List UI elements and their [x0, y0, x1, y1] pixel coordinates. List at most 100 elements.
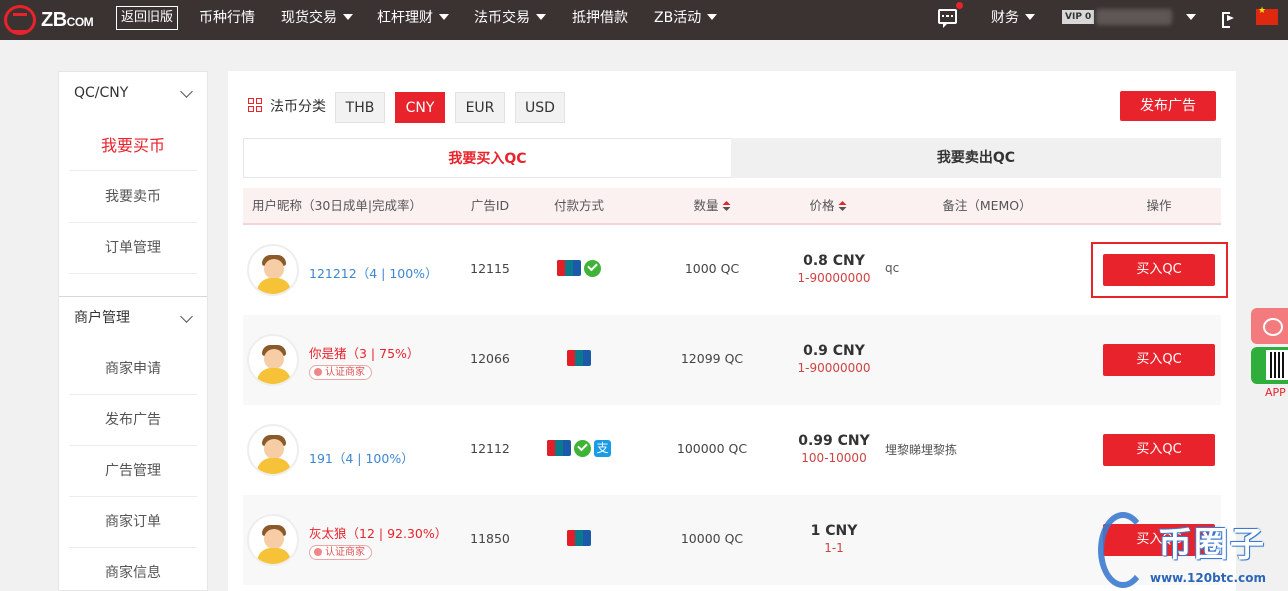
- nav-loan[interactable]: 抵押借款: [572, 0, 628, 40]
- customer-service-icon[interactable]: [1251, 308, 1288, 344]
- currency-eur-button[interactable]: EUR: [455, 92, 505, 123]
- app-label[interactable]: APP: [1265, 386, 1286, 399]
- table-header: 用户昵称（30日成单|完成率） 广告ID 付款方式 数量 价格 备注（MEMO）…: [243, 188, 1221, 225]
- quantity: 1000 QC: [684, 261, 740, 276]
- avatar: [247, 514, 299, 566]
- logout-icon[interactable]: [1222, 12, 1236, 28]
- certified-merchant-badge: 认证商家: [309, 545, 372, 560]
- table-row: 121212（4 | 100%） 12115 1000 QC 0.8 CNY 1…: [243, 225, 1228, 315]
- price: 0.8 CNY: [803, 253, 865, 269]
- sidebar-item-post-ad[interactable]: 发布广告: [69, 395, 197, 446]
- col-price[interactable]: 价格: [809, 188, 847, 224]
- user-nickname[interactable]: 你是猪（3 | 75%）: [309, 343, 419, 362]
- currency-cny-button[interactable]: CNY: [395, 92, 445, 123]
- quantity: 100000 QC: [676, 441, 748, 456]
- table-row: 灰太狼（12 | 92.30%） 认证商家 11850 10000 QC 1 C…: [243, 495, 1221, 585]
- unionpay-icon: [557, 260, 581, 276]
- zb-logo-icon: [4, 5, 36, 35]
- sidebar-item-merchant-orders[interactable]: 商家订单: [69, 497, 197, 548]
- sidebar-item-sell[interactable]: 我要卖币: [69, 172, 197, 223]
- user-menu-toggle[interactable]: [1180, 0, 1196, 40]
- post-ad-button[interactable]: 发布广告: [1120, 91, 1216, 121]
- price: 0.99 CNY: [798, 433, 870, 449]
- sidebar-item-orders[interactable]: 订单管理: [69, 223, 197, 274]
- tab-sell-qc[interactable]: 我要卖出QC: [731, 138, 1221, 178]
- sidebar-item-merchant-info[interactable]: 商家信息: [69, 548, 197, 591]
- logo[interactable]: ZBCOM: [4, 5, 94, 35]
- sidebar-item-buy[interactable]: 我要买币: [69, 120, 197, 171]
- user-nickname[interactable]: 121212（4 | 100%）: [309, 263, 438, 282]
- user-nickname[interactable]: 191（4 | 100%）: [309, 448, 414, 467]
- sidebar-item-merchant-apply[interactable]: 商家申请: [69, 344, 197, 395]
- buy-qc-button[interactable]: 买入QC: [1103, 434, 1215, 466]
- currency-usd-button[interactable]: USD: [515, 92, 565, 123]
- vip-badge: VIP 0: [1062, 10, 1095, 24]
- logo-text: ZB: [41, 8, 67, 31]
- col-quantity[interactable]: 数量: [693, 188, 731, 224]
- unionpay-icon: [547, 440, 571, 456]
- limit-range: 100-10000: [801, 451, 867, 465]
- ad-id: 12066: [470, 351, 510, 366]
- col-memo: 备注（MEMO）: [942, 198, 1032, 213]
- nav-spot-trading[interactable]: 现货交易: [281, 0, 353, 40]
- tab-buy-qc[interactable]: 我要买入QC: [243, 138, 731, 178]
- unionpay-icon: [567, 350, 591, 366]
- china-flag-icon[interactable]: [1256, 6, 1278, 25]
- limit-range: 1-90000000: [797, 271, 871, 285]
- message-dots: [942, 15, 953, 17]
- limit-range: 1-90000000: [797, 361, 871, 375]
- chevron-down-icon: [343, 14, 353, 20]
- main-panel: 法币分类 THB CNY EUR USD 发布广告 我要买入QC 我要卖出QC …: [228, 71, 1236, 591]
- qr-code-icon: [1266, 350, 1288, 380]
- alipay-icon: 支: [594, 440, 611, 457]
- unionpay-icon: [567, 530, 591, 546]
- memo: qc: [885, 261, 900, 275]
- logo-sub: COM: [66, 14, 94, 29]
- nav-margin[interactable]: 杠杆理财: [377, 0, 449, 40]
- old-version-button[interactable]: 返回旧版: [116, 6, 179, 30]
- sidebar-group-qc-cny[interactable]: QC/CNY: [59, 72, 207, 114]
- avatar: [247, 424, 299, 476]
- chevron-down-icon: [1025, 14, 1035, 20]
- buy-qc-button[interactable]: 买入QC: [1103, 344, 1215, 376]
- table-row: 191（4 | 100%） 12112 支 100000 QC 0.99 CNY…: [243, 405, 1221, 495]
- sort-icon: [838, 201, 847, 211]
- sidebar-item-ad-manage[interactable]: 广告管理: [69, 446, 197, 497]
- watermark-url: www.120btc.com: [1150, 571, 1266, 585]
- col-user: 用户昵称（30日成单|完成率）: [251, 198, 423, 213]
- category-icon: [248, 98, 263, 113]
- col-ad-id: 广告ID: [470, 198, 510, 213]
- currency-thb-button[interactable]: THB: [335, 92, 385, 123]
- chevron-down-icon: [180, 85, 193, 98]
- watermark-text: 币圈子: [1158, 525, 1266, 565]
- user-nickname[interactable]: 灰太狼（12 | 92.30%）: [309, 523, 447, 542]
- avatar: [247, 244, 299, 296]
- sidebar: QC/CNY 我要买币 我要卖币 订单管理 商户管理 商家申请 发布广告 广告管…: [58, 71, 208, 591]
- chevron-down-icon: [1186, 14, 1196, 20]
- col-action: 操作: [1146, 198, 1172, 213]
- avatar: [247, 334, 299, 386]
- watermark-logo: [1098, 512, 1148, 588]
- top-nav: ZBCOM 返回旧版 币种行情 现货交易 杠杆理财 法币交易 抵押借款 ZB活动…: [0, 0, 1288, 40]
- nav-activity[interactable]: ZB活动: [654, 0, 718, 40]
- ad-id: 12115: [470, 261, 510, 276]
- ad-id: 11850: [470, 531, 510, 546]
- price: 1 CNY: [810, 523, 858, 539]
- ad-id: 12112: [470, 441, 510, 456]
- nav-otc-trading[interactable]: 法币交易: [474, 0, 546, 40]
- username-blurred[interactable]: [1096, 9, 1172, 25]
- notification-dot: [956, 2, 963, 9]
- nav-finance[interactable]: 财务: [991, 0, 1035, 40]
- price: 0.9 CNY: [803, 343, 865, 359]
- chevron-down-icon: [707, 14, 718, 20]
- nav-market[interactable]: 币种行情: [199, 0, 255, 40]
- certified-merchant-badge: 认证商家: [309, 365, 372, 380]
- quantity: 12099 QC: [680, 351, 744, 366]
- sidebar-group-merchant[interactable]: 商户管理: [59, 296, 207, 338]
- wechat-pay-icon: [574, 440, 591, 457]
- memo: 埋黎睇埋黎拣: [885, 443, 958, 457]
- buy-qc-button[interactable]: 买入QC: [1103, 254, 1215, 286]
- table-row: 你是猪（3 | 75%） 认证商家 12066 12099 QC 0.9 CNY…: [243, 315, 1221, 405]
- col-payment: 付款方式: [553, 198, 605, 213]
- quantity: 10000 QC: [680, 531, 744, 546]
